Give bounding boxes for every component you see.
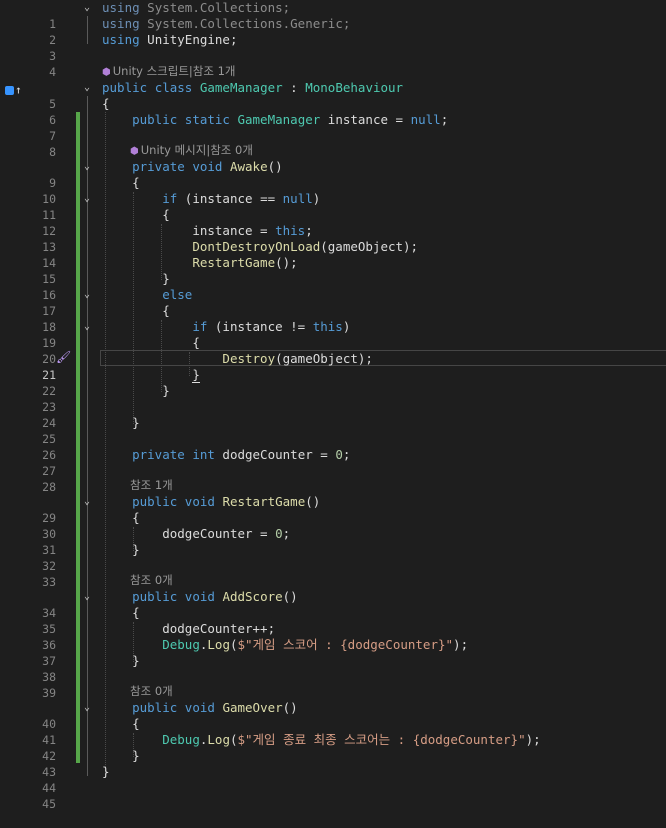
code-line[interactable]: 14 DontDestroyOnLoad(gameObject);	[0, 239, 666, 270]
code-line[interactable]: 25 }	[0, 415, 666, 446]
code-line[interactable]: 6 {	[0, 96, 666, 127]
code-line[interactable]: 36 dodgeCounter++;	[0, 621, 666, 652]
code-line[interactable]: 22 }	[0, 367, 666, 398]
code-line[interactable]: 45	[0, 780, 666, 811]
chevron-down-icon[interactable]: ⌄	[82, 703, 92, 713]
code-line[interactable]: 18 {	[0, 303, 666, 334]
code-line[interactable]: 31 dodgeCounter = 0;	[0, 526, 666, 557]
chevron-down-icon[interactable]: ⌄	[82, 322, 92, 332]
code-line[interactable]: 3 using UnityEngine;	[0, 32, 666, 63]
code-line-current[interactable]: 21 Destroy(gameObject);	[0, 351, 666, 382]
chevron-down-icon[interactable]: ⌄	[82, 290, 92, 300]
code-line[interactable]: 13 instance = this;	[0, 223, 666, 254]
codelens[interactable]: ⬢ Unity 스크립트|참조 1개	[0, 63, 666, 79]
code-line[interactable]: 35 {	[0, 605, 666, 636]
code-line[interactable]: 23 }	[0, 383, 666, 414]
unity-cube-icon: ⬢	[130, 146, 139, 157]
code-line[interactable]: 7 public static GameManager instance = n…	[0, 112, 666, 143]
code-line[interactable]: 10 {	[0, 175, 666, 206]
code-line[interactable]: 17 ⌄ else	[0, 287, 666, 318]
code-line[interactable]: 30 {	[0, 510, 666, 541]
codelens[interactable]: 참조 0개	[0, 572, 666, 588]
codelens-text[interactable]: Unity 스크립트|참조 1개	[113, 64, 236, 78]
code-line[interactable]: 37 Debug.Log($"게임 스코어 : {dodgeCounter}")…	[0, 637, 666, 668]
code-line[interactable]: 9 ⌄ private void Awake()	[0, 159, 666, 190]
chevron-down-icon[interactable]: ⌄	[82, 194, 92, 204]
codelens[interactable]: ⬢ Unity 메시지|참조 0개	[0, 142, 666, 158]
code-line[interactable]: 5 ⌄ public class GameManager : MonoBehav…	[0, 80, 666, 111]
code-line[interactable]: 19 ⌄ if (instance != this)	[0, 319, 666, 350]
code-line[interactable]: 1 ⌄ using System.Collections;	[0, 0, 666, 31]
chevron-down-icon[interactable]: ⌄	[82, 497, 92, 507]
code-line[interactable]: 32 }	[0, 542, 666, 573]
code-line[interactable]: 4	[0, 48, 666, 79]
chevron-down-icon[interactable]: ⌄	[82, 162, 92, 172]
chevron-down-icon[interactable]: ⌄	[82, 592, 92, 602]
code-line[interactable]: 20 {	[0, 335, 666, 366]
codelens[interactable]: 참조 0개	[0, 683, 666, 699]
codelens[interactable]: 참조 1개	[0, 477, 666, 493]
chevron-down-icon[interactable]: ⌄	[82, 3, 92, 13]
code-line[interactable]: 15 RestartGame();	[0, 255, 666, 286]
code-line[interactable]: 16 }	[0, 271, 666, 302]
code-line[interactable]: 27 private int dodgeCounter = 0;	[0, 447, 666, 478]
code-line[interactable]: 38 }	[0, 653, 666, 684]
code-line[interactable]: 11 ⌄ if (instance == null)	[0, 191, 666, 222]
unity-cube-icon: ⬢	[102, 67, 111, 78]
code-line[interactable]: 41 {	[0, 716, 666, 747]
code-line[interactable]: 43 }	[0, 748, 666, 779]
code-line[interactable]: 2 using System.Collections.Generic;	[0, 16, 666, 47]
codelens-text[interactable]: 참조 0개	[130, 683, 173, 699]
code-line[interactable]: 34 ⌄ public void AddScore()	[0, 589, 666, 620]
code-line[interactable]: 44 }	[0, 764, 666, 795]
code-line[interactable]: 40 ⌄ public void GameOver()	[0, 700, 666, 731]
code-line[interactable]: 24	[0, 399, 666, 430]
code-line[interactable]: 26	[0, 431, 666, 462]
chevron-down-icon[interactable]: ⌄	[82, 83, 92, 93]
codelens-text[interactable]: 참조 0개	[130, 572, 173, 588]
line-number: 45	[42, 797, 56, 811]
codelens-text[interactable]: 참조 1개	[130, 477, 173, 493]
code-editor[interactable]: ↑ 🖌 1 ⌄ using System.Collections; 2 usin…	[0, 0, 666, 811]
code-line[interactable]: 12 {	[0, 207, 666, 238]
codelens-text[interactable]: Unity 메시지|참조 0개	[141, 143, 253, 157]
code-line[interactable]: 29 ⌄ public void RestartGame()	[0, 494, 666, 525]
code-line[interactable]: 42 Debug.Log($"게임 종료 최종 스코어는 : {dodgeCou…	[0, 732, 666, 763]
